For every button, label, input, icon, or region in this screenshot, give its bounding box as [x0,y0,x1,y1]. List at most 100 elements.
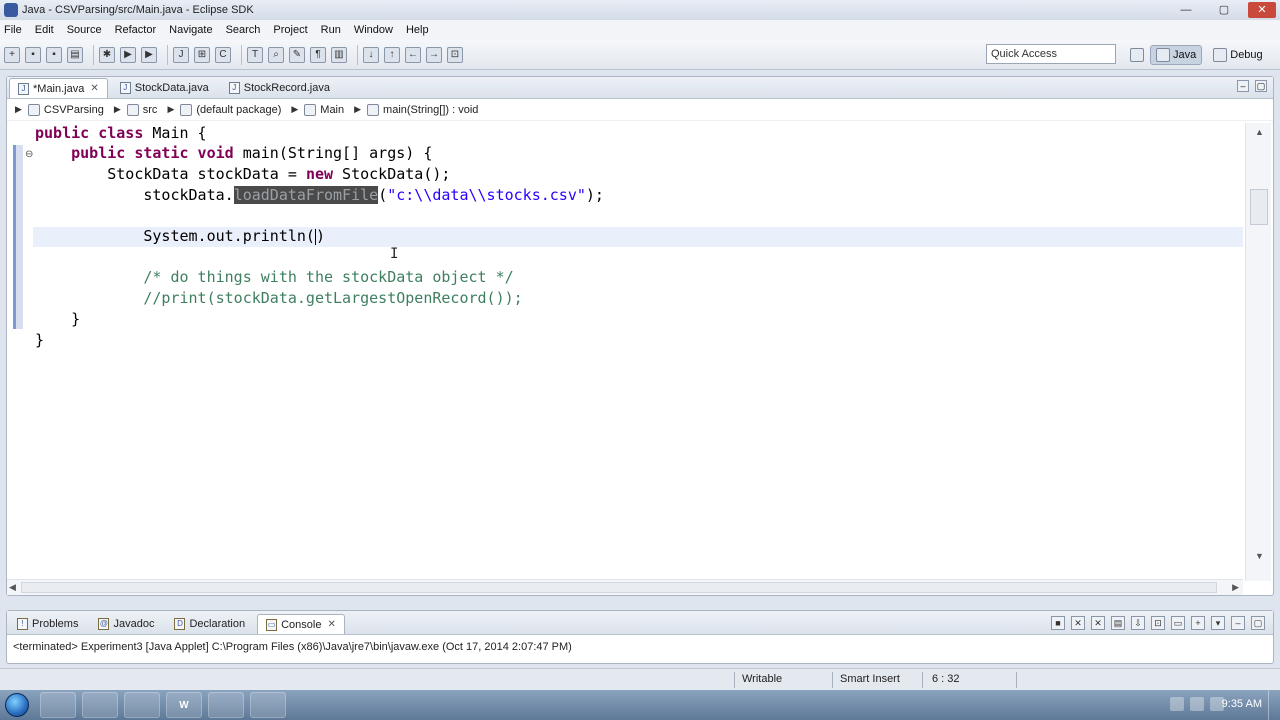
tab-javadoc[interactable]: @ Javadoc [90,614,162,634]
close-window-button[interactable]: ✕ [1248,2,1276,18]
taskbar-app-word[interactable]: W [166,692,202,718]
minimize-view-icon[interactable]: – [1231,616,1245,630]
back-icon[interactable]: ← [405,46,421,63]
code-keyword: public class [35,124,144,142]
new-icon[interactable]: + [4,46,20,63]
terminate-icon[interactable]: ■ [1051,616,1065,630]
scroll-down-icon[interactable]: ▼ [1255,551,1264,561]
run-icon[interactable]: ▶ [120,46,136,63]
menu-edit[interactable]: Edit [35,24,54,36]
search-icon[interactable]: ⌕ [268,46,284,63]
breadcrumb-src[interactable]: ▶ src [114,103,158,116]
menu-help[interactable]: Help [406,24,429,36]
method-icon [367,103,380,116]
tab-main-java[interactable]: J *Main.java ✕ [9,78,108,98]
previous-annotation-icon[interactable]: ↑ [384,46,400,63]
perspective-debug-label: Debug [1230,49,1263,61]
minimize-editor-icon[interactable]: – [1237,80,1249,92]
toggle-mark-icon[interactable]: ✎ [289,46,305,63]
quick-access-input[interactable]: Quick Access [986,44,1116,64]
display-console-icon[interactable]: ▭ [1171,616,1185,630]
taskbar-app-1[interactable] [40,692,76,718]
scroll-lock-icon[interactable]: ⇩ [1131,616,1145,630]
scroll-up-icon[interactable]: ▲ [1255,127,1264,137]
chevron-right-icon: ▶ [354,104,362,114]
forward-icon[interactable]: → [426,46,442,63]
taskbar-app-explorer[interactable] [82,692,118,718]
open-console-icon[interactable]: + [1191,616,1205,630]
new-class-icon[interactable]: C [215,46,231,63]
tray-network-icon[interactable] [1190,697,1204,711]
tab-stockdata-java[interactable]: J StockData.java [112,78,217,98]
open-type-icon[interactable]: T [247,46,263,63]
debug-icon[interactable]: ✱ [99,46,115,63]
breadcrumb-class[interactable]: ▶ Main [291,103,344,116]
status-divider [734,672,735,688]
maximize-editor-icon[interactable]: ▢ [1255,80,1267,92]
save-icon[interactable]: ▪ [25,46,41,63]
scroll-left-icon[interactable]: ◀ [9,582,16,593]
next-annotation-icon[interactable]: ↓ [363,46,379,63]
pin-console-icon[interactable]: ⊡ [1151,616,1165,630]
menu-search[interactable]: Search [226,24,261,36]
java-file-icon: J [18,82,29,95]
tab-stockrecord-java[interactable]: J StockRecord.java [221,78,338,98]
breadcrumb-project[interactable]: ▶ CSVParsing [15,103,104,116]
chevron-right-icon: ▶ [167,104,175,114]
code-string: "c:\\data\\stocks.csv" [387,186,586,204]
close-tab-icon[interactable]: ✕ [327,619,335,630]
close-tab-icon[interactable]: ✕ [90,83,98,94]
clear-console-icon[interactable]: ▤ [1111,616,1125,630]
tab-declaration[interactable]: D Declaration [166,614,253,634]
taskbar-clock[interactable]: 9:35 AM [1222,698,1262,710]
remove-launch-icon[interactable]: ✕ [1071,616,1085,630]
menu-navigate[interactable]: Navigate [169,24,212,36]
package-icon [180,103,193,116]
horizontal-scroll-thumb[interactable] [21,582,1217,593]
show-desktop-button[interactable] [1268,690,1280,720]
tray-arrow-icon[interactable] [1170,697,1184,711]
pin-editor-icon[interactable]: ⊡ [447,46,463,63]
status-divider [922,672,923,688]
vertical-scrollbar[interactable]: ▲ ▼ [1245,123,1271,581]
menu-run[interactable]: Run [321,24,341,36]
code-text-area[interactable]: ⊖ public class Main { public static void… [7,123,1243,581]
block-selection-icon[interactable]: ▥ [331,46,347,63]
tab-console[interactable]: ▭ Console ✕ [257,614,345,634]
horizontal-scrollbar[interactable]: ◀ ▶ [7,579,1243,595]
start-button[interactable] [0,690,34,720]
new-java-project-icon[interactable]: J [173,46,189,63]
menu-source[interactable]: Source [67,24,102,36]
fold-collapse-icon[interactable]: ⊖ [25,149,33,160]
perspective-java[interactable]: Java [1150,45,1203,65]
breadcrumb-label: src [142,103,158,116]
breadcrumb-method[interactable]: ▶ main(String[]) : void [354,103,478,116]
maximize-button[interactable]: ▢ [1210,2,1238,18]
menu-file[interactable]: File [4,24,22,36]
view-menu-icon[interactable]: ▾ [1211,616,1225,630]
maximize-view-icon[interactable]: ▢ [1251,616,1265,630]
menu-refactor[interactable]: Refactor [115,24,157,36]
vertical-scroll-thumb[interactable] [1250,189,1268,225]
menu-window[interactable]: Window [354,24,393,36]
code-text: Main { [143,124,207,142]
menu-project[interactable]: Project [273,24,307,36]
breadcrumb-package[interactable]: ▶ (default package) [167,103,281,116]
external-tools-icon[interactable]: ▶ [141,46,157,63]
taskbar-app-5[interactable] [208,692,244,718]
save-all-icon[interactable]: ▪ [46,46,62,63]
status-insert-mode: Smart Insert [840,673,900,685]
open-perspective-icon[interactable] [1130,48,1144,62]
minimize-button[interactable]: — [1172,2,1200,18]
remove-all-icon[interactable]: ✕ [1091,616,1105,630]
perspective-debug[interactable]: Debug [1208,46,1267,64]
selected-method-name[interactable]: loadDataFromFile [233,186,379,204]
new-package-icon[interactable]: ⊞ [194,46,210,63]
code-line-10: } [35,310,81,328]
print-icon[interactable]: ▤ [67,46,83,63]
taskbar-app-browser[interactable] [124,692,160,718]
show-whitespace-icon[interactable]: ¶ [310,46,326,63]
scroll-right-icon[interactable]: ▶ [1232,582,1239,593]
tab-problems[interactable]: ! Problems [9,614,86,634]
taskbar-app-6[interactable] [250,692,286,718]
